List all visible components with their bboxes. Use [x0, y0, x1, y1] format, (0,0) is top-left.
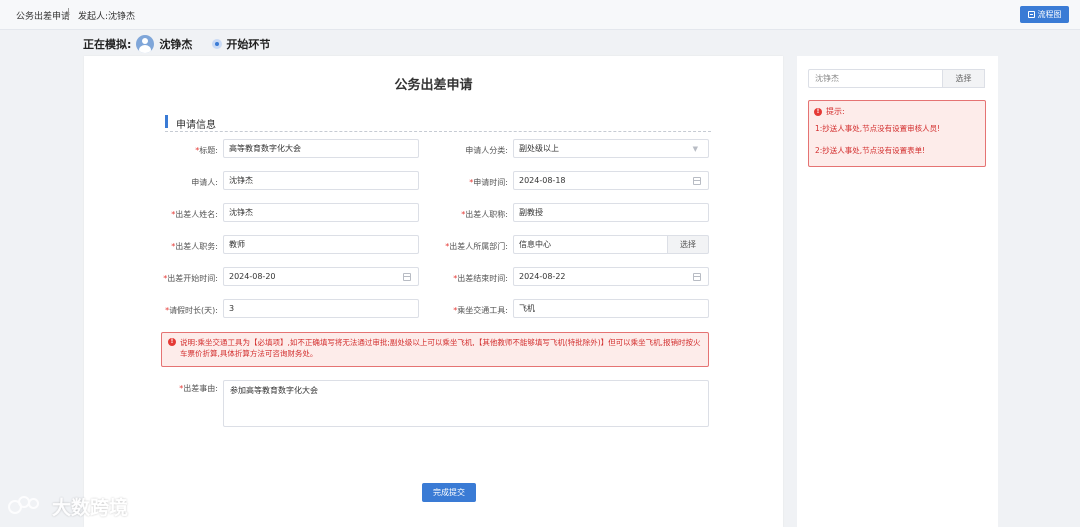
reason-textarea[interactable]: 参加高等教育数字化大会 [223, 380, 709, 427]
traveler-title-label: *出差人职称: [461, 210, 508, 219]
reason-label: *出差事由: [179, 384, 218, 393]
cc-select-button[interactable]: 选择 [943, 69, 985, 88]
title-label: *标题: [195, 146, 218, 155]
simulation-node: 开始环节 [226, 38, 271, 51]
calendar-icon [693, 177, 701, 185]
leave-days-input[interactable]: 3 [223, 299, 419, 318]
cc-user-input[interactable]: 沈铮杰 [808, 69, 943, 88]
breadcrumb-divider [68, 8, 69, 19]
user-avatar-icon [136, 35, 155, 53]
traveler-title-input[interactable]: 副教授 [513, 203, 709, 222]
section-accent-bar [165, 115, 168, 128]
flow-chart-button[interactable]: 流程图 [1020, 6, 1069, 23]
watermark-logo-icon [8, 495, 48, 518]
watermark-text: 大数跨境 [52, 497, 129, 519]
simulation-user: 沈铮杰 [159, 38, 193, 51]
applicant-input[interactable]: 沈铮杰 [223, 171, 419, 190]
instruction-text: 说明:乘坐交通工具为【必填项】,如不正确填写将无法通过审批;副处级以上可以乘坐飞… [180, 338, 701, 358]
step-node-icon [212, 39, 223, 49]
tip-line: 2:抄送人事处,节点没有设置表单! [815, 146, 926, 155]
traveler-dept-input[interactable]: 信息中心 [513, 235, 668, 254]
calendar-icon [693, 273, 701, 281]
title-input[interactable]: 高等教育数字化大会 [223, 139, 419, 158]
dept-select-button[interactable]: 选择 [667, 235, 709, 254]
simulation-label: 正在模拟: [83, 38, 132, 51]
tip-line: 1:抄送人事处,节点没有设置审核人员! [815, 124, 941, 133]
start-time-input[interactable]: 2024-08-20 [223, 267, 419, 286]
leave-days-label: *请假时长(天): [165, 306, 218, 315]
tips-header: ! 提示: [814, 106, 845, 117]
section-title: 申请信息 [176, 120, 216, 131]
breadcrumb-initiator: 发起人:沈铮杰 [78, 12, 136, 22]
breadcrumb-title: 公务出差申请 [16, 12, 71, 22]
flow-chart-label: 流程图 [1037, 10, 1062, 19]
instruction-note: ! 说明:乘坐交通工具为【必填项】,如不正确填写将无法通过审批;副处级以上可以乘… [161, 332, 709, 367]
error-icon: ! [814, 107, 822, 116]
top-bar: 公务出差申请 发起人:沈铮杰 流程图 [0, 0, 1080, 30]
apply-time-label: *申请时间: [469, 178, 508, 187]
traveler-name-label: *出差人姓名: [171, 210, 218, 219]
end-time-input[interactable]: 2024-08-22 [513, 267, 709, 286]
end-time-label: *出差结束时间: [453, 274, 508, 283]
flowchart-icon [1027, 11, 1035, 18]
apply-time-input[interactable]: 2024-08-18 [513, 171, 709, 190]
transport-label: *乘坐交通工具: [453, 306, 508, 315]
submit-button[interactable]: 完成提交 [422, 483, 476, 502]
calendar-icon [403, 273, 411, 281]
category-select[interactable]: 副处级以上 ▼ [513, 139, 709, 158]
tips-title: 提示: [826, 107, 845, 116]
applicant-label: 申请人: [191, 178, 218, 187]
transport-input[interactable]: 飞机 [513, 299, 709, 318]
chevron-down-icon: ▼ [692, 145, 698, 153]
simulation-row: 正在模拟: 沈铮杰 开始环节 [83, 35, 270, 53]
error-icon: ! [168, 338, 176, 346]
tips-box: ! 提示: 1:抄送人事处,节点没有设置审核人员! 2:抄送人事处,节点没有设置… [808, 100, 986, 167]
category-label: 申请人分类: [465, 146, 508, 155]
form-title: 公务出差申请 [394, 78, 473, 93]
start-time-label: *出差开始时间: [163, 274, 218, 283]
traveler-dept-label: *出差人所属部门: [445, 242, 508, 251]
section-header: 申请信息 [165, 114, 711, 132]
watermark: 大数跨境 [8, 493, 128, 520]
traveler-position-label: *出差人职务: [171, 242, 218, 251]
traveler-position-input[interactable]: 教师 [223, 235, 419, 254]
traveler-name-input[interactable]: 沈铮杰 [223, 203, 419, 222]
